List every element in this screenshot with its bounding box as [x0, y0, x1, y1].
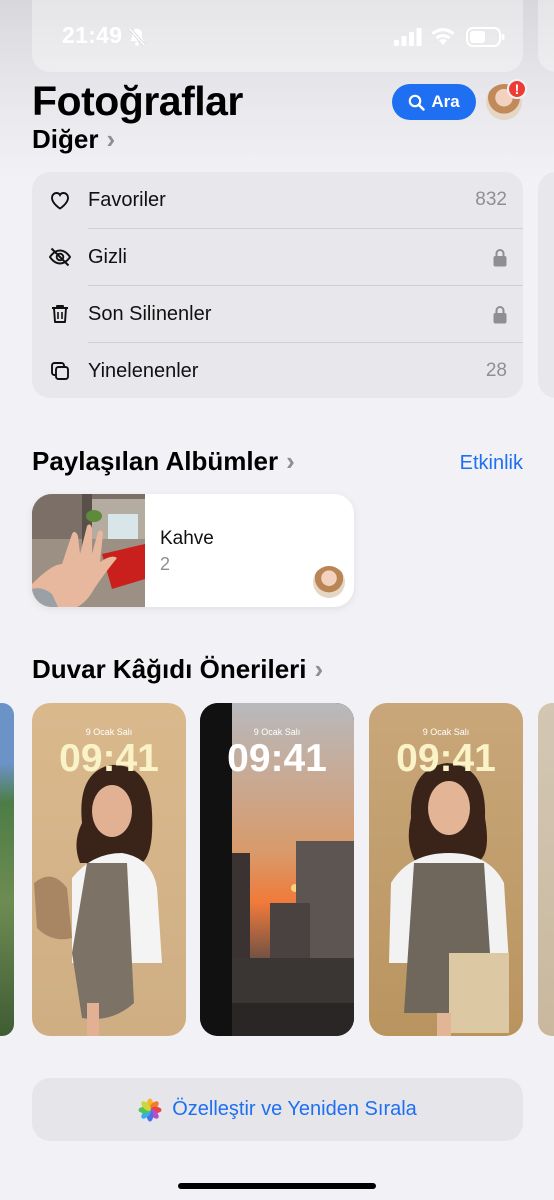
list-item-label: Son Silinenler — [88, 302, 212, 325]
lock-icon — [493, 249, 507, 267]
list-item-label: Yinelenenler — [88, 359, 199, 382]
customize-reorder-button[interactable]: Özelleştir ve Yeniden Sırala — [32, 1078, 523, 1141]
avatar-alert-badge: ! — [507, 79, 527, 99]
list-item-hidden[interactable]: Gizli — [32, 229, 523, 285]
wallpaper-clock: 09:41 — [396, 737, 496, 780]
wallpaper-suggestion[interactable]: 9 Ocak Salı 09:41 — [369, 703, 523, 1036]
shared-albums-heading: Paylaşılan Albümler — [32, 446, 279, 476]
wallpaper-peek-left[interactable] — [0, 703, 14, 1036]
list-item-duplicates[interactable]: Yinelenenler 28 — [32, 343, 523, 399]
other-list: Favoriler 832 Gizli Son Silinenler Yinel… — [32, 172, 523, 398]
album-thumbnail — [32, 494, 145, 607]
wallpaper-date: 9 Ocak Salı — [422, 727, 470, 737]
wallpaper-peek-right[interactable] — [538, 703, 554, 1036]
wallpaper-clock: 09:41 — [59, 737, 159, 780]
wallpaper-clock: 09:41 — [227, 737, 327, 780]
battery-icon — [466, 27, 505, 47]
wallpaper-date: 9 Ocak Salı — [253, 727, 301, 737]
wifi-icon — [431, 28, 455, 45]
search-button[interactable]: Ara — [392, 84, 476, 120]
lock-icon — [493, 306, 507, 324]
home-indicator — [178, 1183, 376, 1189]
list-item-count: 832 — [475, 189, 507, 210]
album-name: Kahve — [160, 528, 214, 549]
customize-reorder-label: Özelleştir ve Yeniden Sırala — [172, 1098, 417, 1120]
list-item-favorites[interactable]: Favoriler 832 — [32, 172, 523, 228]
album-count: 2 — [160, 554, 171, 574]
duplicate-icon — [51, 362, 69, 380]
wallpaper-suggestions-header[interactable]: Duvar Kâğıdı Önerileri › — [32, 654, 323, 685]
other-heading: Diğer — [32, 124, 99, 154]
list-item-label: Favoriler — [88, 188, 166, 211]
next-card-peek — [538, 172, 554, 398]
search-icon — [409, 94, 426, 111]
cellular-signal-icon — [394, 28, 422, 46]
wallpaper-suggestion[interactable]: 9 Ocak Salı 09:41 — [32, 703, 186, 1036]
chevron-right-icon: › — [314, 654, 324, 684]
list-item-label: Gizli — [88, 245, 127, 268]
chevron-right-icon: › — [286, 446, 295, 476]
shared-album-card[interactable]: Kahve 2 — [32, 494, 354, 607]
heart-icon — [51, 192, 69, 210]
chevron-right-icon: › — [106, 124, 116, 154]
wallpaper-suggestions-heading: Duvar Kâğıdı Önerileri — [32, 654, 307, 684]
wallpaper-date: 9 Ocak Salı — [85, 727, 133, 737]
status-time: 21:49 — [62, 22, 123, 48]
page-title: Fotoğraflar — [32, 78, 243, 124]
photos-app-icon — [138, 1098, 162, 1121]
shared-albums-header[interactable]: Paylaşılan Albümler › — [32, 446, 295, 477]
silent-bell-icon — [128, 27, 146, 47]
list-item-count: 28 — [485, 360, 507, 381]
album-owner-avatar — [313, 566, 345, 598]
search-label: Ara — [431, 92, 460, 111]
other-section-header[interactable]: Diğer › — [32, 124, 115, 155]
status-bar: 21:49 — [0, 0, 554, 76]
list-item-recently-deleted[interactable]: Son Silinenler — [32, 286, 523, 342]
wallpaper-suggestion[interactable]: 9 Ocak Salı 09:41 — [200, 703, 354, 1036]
trash-icon — [52, 305, 68, 323]
eye-slash-icon — [48, 247, 72, 267]
activity-link[interactable]: Etkinlik — [460, 452, 523, 475]
